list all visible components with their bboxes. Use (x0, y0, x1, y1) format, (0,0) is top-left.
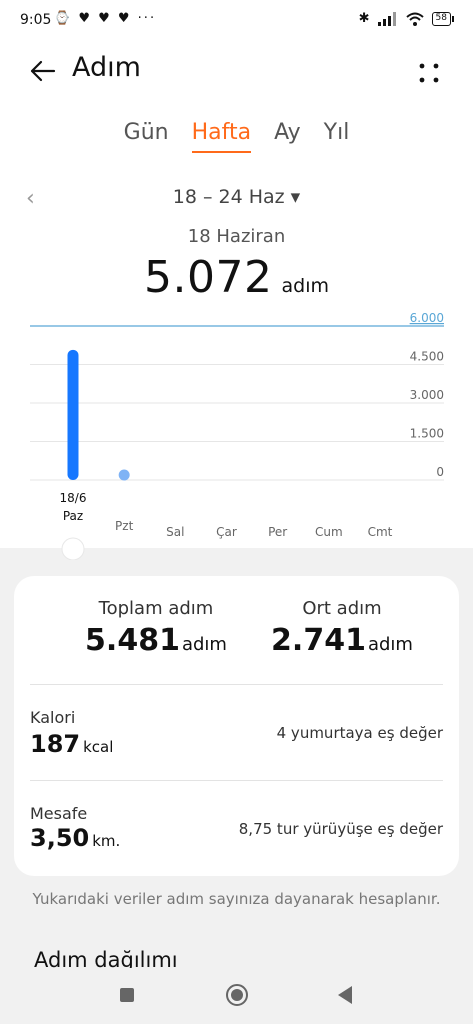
summary-card: Toplam adım 5.481 adım Ort adım 2.741 adım… (14, 576, 459, 876)
app-header: Adım (0, 44, 473, 100)
top-panel: 9:05 ⌚ ♥ ♥ ♥ ··· ✱ 58 Adım Gün Hafta Ay … (0, 0, 473, 560)
y-tick-label: 0 (436, 465, 444, 479)
divider (30, 780, 443, 781)
selected-steps: 5.072 adım (0, 252, 473, 303)
x-tick-label: Pzt (115, 519, 134, 533)
selected-steps-unit: adım (281, 275, 330, 297)
selected-date-label: 18/6 (60, 491, 87, 505)
y-tick-label: 3.000 (410, 388, 444, 402)
divider (30, 684, 443, 685)
calorie-equivalent: 4 yumurtaya eş değer (276, 724, 443, 742)
distance-equivalent: 8,75 tur yürüyüşe eş değer (238, 820, 443, 838)
date-range-selector[interactable]: 18 – 24 Haz ▾ (0, 186, 473, 208)
back-arrow-icon[interactable] (28, 56, 58, 86)
system-nav-bar (0, 968, 473, 1024)
more-options-icon[interactable] (414, 58, 444, 88)
status-bar: 9:05 ⌚ ♥ ♥ ♥ ··· ✱ 58 (0, 0, 473, 44)
selected-date: 18 Haziran (187, 226, 286, 247)
wifi-icon (405, 12, 424, 26)
status-time: 9:05 (20, 12, 52, 28)
average-steps-label: Ort adım (302, 598, 382, 619)
recent-apps-button[interactable] (120, 988, 134, 1002)
page-title: Adım (72, 52, 141, 83)
distance-label: Mesafe (30, 804, 88, 823)
back-button[interactable] (338, 986, 352, 1004)
total-steps: Toplam adım 5.481 adım (56, 598, 256, 658)
selection-indicator (61, 537, 85, 560)
signal-icon (377, 11, 396, 26)
tab-week[interactable]: Hafta (191, 120, 252, 153)
x-tick-label: Sal (166, 525, 184, 539)
bar (67, 349, 79, 480)
y-tick-label: 6.000 (410, 311, 444, 325)
y-tick-label: 1.500 (410, 427, 444, 441)
distance-value: 3,50 km. (30, 824, 121, 852)
average-steps: Ort adım 2.741 adım (242, 598, 442, 658)
notification-icons: ⌚ ♥ ♥ ♥ ··· (54, 11, 157, 26)
total-steps-value: 5.481 adım (85, 623, 227, 658)
total-steps-label: Toplam adım (98, 598, 214, 619)
weekly-steps-chart[interactable]: 6.000 4.500 3.000 1.500 0 18/6 Paz Pzt Sal Çar Per… (0, 300, 473, 560)
battery-icon: 58 (431, 11, 455, 26)
x-tick-label: Paz (63, 509, 83, 523)
calorie-value: 187 kcal (30, 730, 114, 758)
tab-day[interactable]: Gün (124, 120, 169, 151)
y-tick-label: 4.500 (410, 350, 444, 364)
period-tabs: Gün Hafta Ay Yıl (0, 120, 473, 153)
tab-year[interactable]: Yıl (324, 120, 350, 151)
bar (118, 469, 130, 481)
x-tick-label: Cmt (368, 525, 393, 539)
x-tick-label: Cum (315, 525, 343, 539)
average-steps-value: 2.741 adım (271, 623, 413, 658)
status-right: ✱ 58 (358, 11, 455, 26)
data-note: Yukarıdaki veriler adım sayınıza dayanar… (32, 890, 441, 908)
selected-steps-value: 5.072 (143, 252, 273, 303)
x-tick-label: Çar (216, 525, 237, 539)
home-button[interactable] (226, 984, 248, 1006)
bluetooth-icon: ✱ (358, 11, 370, 26)
tab-month[interactable]: Ay (274, 120, 301, 151)
calorie-label: Kalori (30, 708, 76, 727)
x-tick-label: Per (268, 525, 287, 539)
